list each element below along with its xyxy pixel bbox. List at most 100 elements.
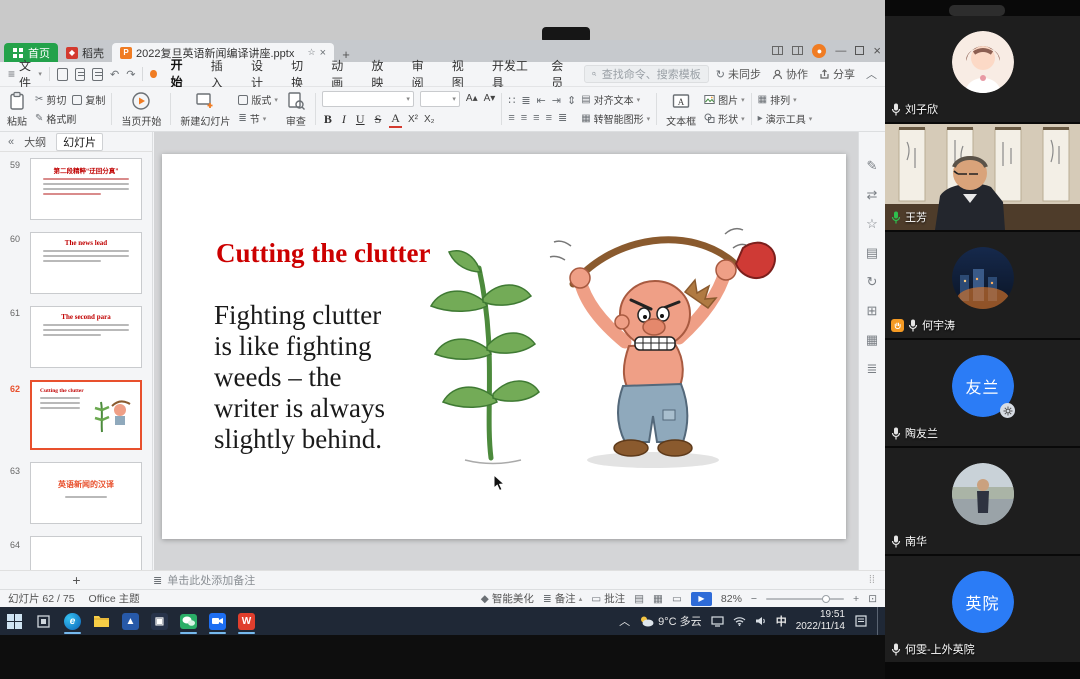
slide-thumbnail-64[interactable] (30, 536, 142, 570)
gallery-icon[interactable]: ▦ (866, 332, 878, 348)
section-button[interactable]: ≣节▾ (238, 111, 278, 126)
taskbar-app[interactable]: ▣ (145, 607, 174, 635)
slideshow-play-button[interactable]: ▶ (691, 592, 712, 606)
participant-tile[interactable]: 友兰 陶友兰 (885, 340, 1080, 446)
zoom-slider-knob[interactable] (822, 595, 830, 603)
add-resource-icon[interactable]: ⊞ (867, 303, 878, 319)
strikethrough-button[interactable]: S (373, 112, 384, 127)
decrease-indent-button[interactable]: ⇤ (537, 94, 546, 107)
fit-to-window-icon[interactable]: ⊡ (868, 593, 877, 605)
reading-view-icon[interactable]: ▭ (672, 593, 682, 605)
participant-tile[interactable]: 南华 (885, 448, 1080, 554)
wifi-icon[interactable] (733, 616, 746, 626)
taskbar-meeting-app[interactable] (203, 607, 232, 635)
theme-name[interactable]: Office 主题 (89, 591, 140, 606)
slide-thumbnail-62-selected[interactable]: Cutting the clutter (30, 380, 142, 450)
numbered-list-button[interactable]: ≣ (521, 94, 530, 107)
zoom-slider[interactable] (766, 598, 844, 600)
slide-thumbnail-63[interactable]: 英语新闻的汉译 (30, 462, 142, 524)
format-painter-button[interactable]: ✎格式刷 (35, 111, 105, 126)
to-smartart-button[interactable]: ▦转智能图形▾ (581, 111, 650, 126)
task-view-button[interactable] (29, 607, 58, 635)
review-button[interactable]: 审查 (283, 90, 309, 128)
split-view-icon[interactable] (772, 46, 783, 55)
notes-toggle-button[interactable]: ≣备注▴ (543, 591, 582, 606)
cut-button[interactable]: ✂剪切 (35, 92, 66, 107)
present-tools-button[interactable]: ▸演示工具▾ (758, 111, 813, 126)
distribute-button[interactable]: ≣ (558, 111, 567, 124)
line-spacing-button[interactable]: ⇕ (567, 94, 576, 107)
bullet-list-button[interactable]: ∷ (508, 94, 515, 107)
notes-panel-icon[interactable]: ▤ (866, 245, 878, 261)
weather-widget[interactable]: 9°C 多云 (639, 613, 702, 629)
share-button[interactable]: 分享 (819, 66, 855, 82)
arrange-button[interactable]: ▦排列▾ (758, 92, 813, 107)
collapse-ribbon-icon[interactable]: ︿ (866, 66, 877, 82)
decrease-font-button[interactable]: A▾ (484, 93, 496, 104)
taskbar-photos[interactable]: ▲ (116, 607, 145, 635)
layout-switch-icon[interactable] (792, 46, 803, 55)
increase-font-button[interactable]: A▴ (466, 93, 478, 104)
collapse-panel-icon[interactable]: « (8, 136, 14, 148)
taskbar-wechat[interactable] (174, 607, 203, 635)
command-search-input[interactable]: 查找命令、搜索模板 (584, 65, 708, 83)
taskbar-wps[interactable]: W (232, 607, 261, 635)
tab-outline[interactable]: 大纲 (24, 134, 46, 150)
zoom-out-button[interactable]: − (751, 593, 757, 605)
superscript-button[interactable]: X² (408, 114, 418, 125)
slide-thumbnail-59[interactable]: 第二段精粹“迂回分真” (30, 158, 142, 220)
text-box-button[interactable]: A 文本框 (663, 90, 699, 128)
layout-button[interactable]: 版式▾ (238, 92, 278, 107)
copy-button[interactable]: 复制 (72, 92, 105, 107)
volume-icon[interactable] (755, 616, 767, 626)
align-center-button[interactable]: ≡ (521, 112, 527, 124)
favorites-icon[interactable]: ☆ (866, 216, 878, 232)
list-icon[interactable]: ≣ (867, 361, 878, 377)
zoom-percentage[interactable]: 82% (721, 593, 742, 605)
file-menu[interactable]: ≡ 文件 ▾ (8, 57, 42, 91)
picture-button[interactable]: 图片▾ (704, 92, 745, 107)
minimize-button[interactable]: — (835, 45, 846, 57)
clock-widget[interactable]: 19:51 2022/11/14 (796, 609, 845, 633)
slide-sorter-view-icon[interactable]: ▦ (653, 593, 663, 605)
increase-indent-button[interactable]: ⇥ (552, 94, 561, 107)
align-right-button[interactable]: ≡ (533, 112, 539, 124)
align-left-button[interactable]: ≡ (508, 112, 514, 124)
redo-icon[interactable]: ↷ (126, 68, 135, 81)
underline-button[interactable]: U (354, 112, 367, 127)
close-button[interactable]: × (873, 43, 881, 58)
monitor-icon[interactable] (711, 616, 724, 627)
notes-resize-handle[interactable]: ⁞⁞ (869, 574, 875, 586)
slide-thumbnail-61[interactable]: The second para (30, 306, 142, 368)
paste-button[interactable]: 粘贴 (4, 90, 30, 128)
maximize-button[interactable] (855, 46, 864, 55)
align-justify-button[interactable]: ≡ (546, 112, 552, 124)
bold-button[interactable]: B (322, 112, 334, 127)
notes-placeholder[interactable]: 单击此处添加备注 (167, 572, 255, 588)
zoom-in-button[interactable]: + (853, 593, 859, 605)
taskbar-edge[interactable]: e (58, 607, 87, 635)
subscript-button[interactable]: X₂ (424, 114, 435, 125)
participant-tile[interactable]: 何宇涛 (885, 232, 1080, 338)
participant-tile[interactable]: 刘子欣 (885, 16, 1080, 122)
show-desktop-button[interactable] (877, 607, 881, 635)
ime-indicator[interactable]: 中 (776, 613, 787, 629)
print-icon[interactable] (75, 68, 86, 81)
history-icon[interactable]: ↻ (867, 274, 878, 290)
shapes-button[interactable]: 形状▾ (704, 111, 745, 126)
normal-view-icon[interactable]: ▤ (634, 593, 644, 605)
play-from-current-button[interactable]: 当页开始 (118, 90, 164, 128)
add-slide-button[interactable]: + (72, 572, 80, 588)
italic-button[interactable]: I (340, 112, 348, 127)
participant-tile-active-speaker[interactable]: 王芳 (885, 124, 1080, 230)
font-color-button[interactable]: A (389, 111, 402, 128)
new-slide-button[interactable]: 新建幻灯片 (177, 90, 233, 128)
tab-slides[interactable]: 幻灯片 (56, 133, 103, 151)
tab-docer[interactable]: ◆ 稻壳 (58, 43, 112, 62)
align-text-button[interactable]: ▤对齐文本▾ (581, 92, 650, 107)
start-button[interactable] (0, 607, 29, 635)
participant-tile[interactable]: 英院 何雯-上外英院 (885, 556, 1080, 662)
undo-icon[interactable]: ↶ (110, 68, 119, 81)
font-family-select[interactable]: ▾ (322, 91, 414, 107)
tray-expand-caret[interactable]: ︿ (619, 613, 630, 629)
